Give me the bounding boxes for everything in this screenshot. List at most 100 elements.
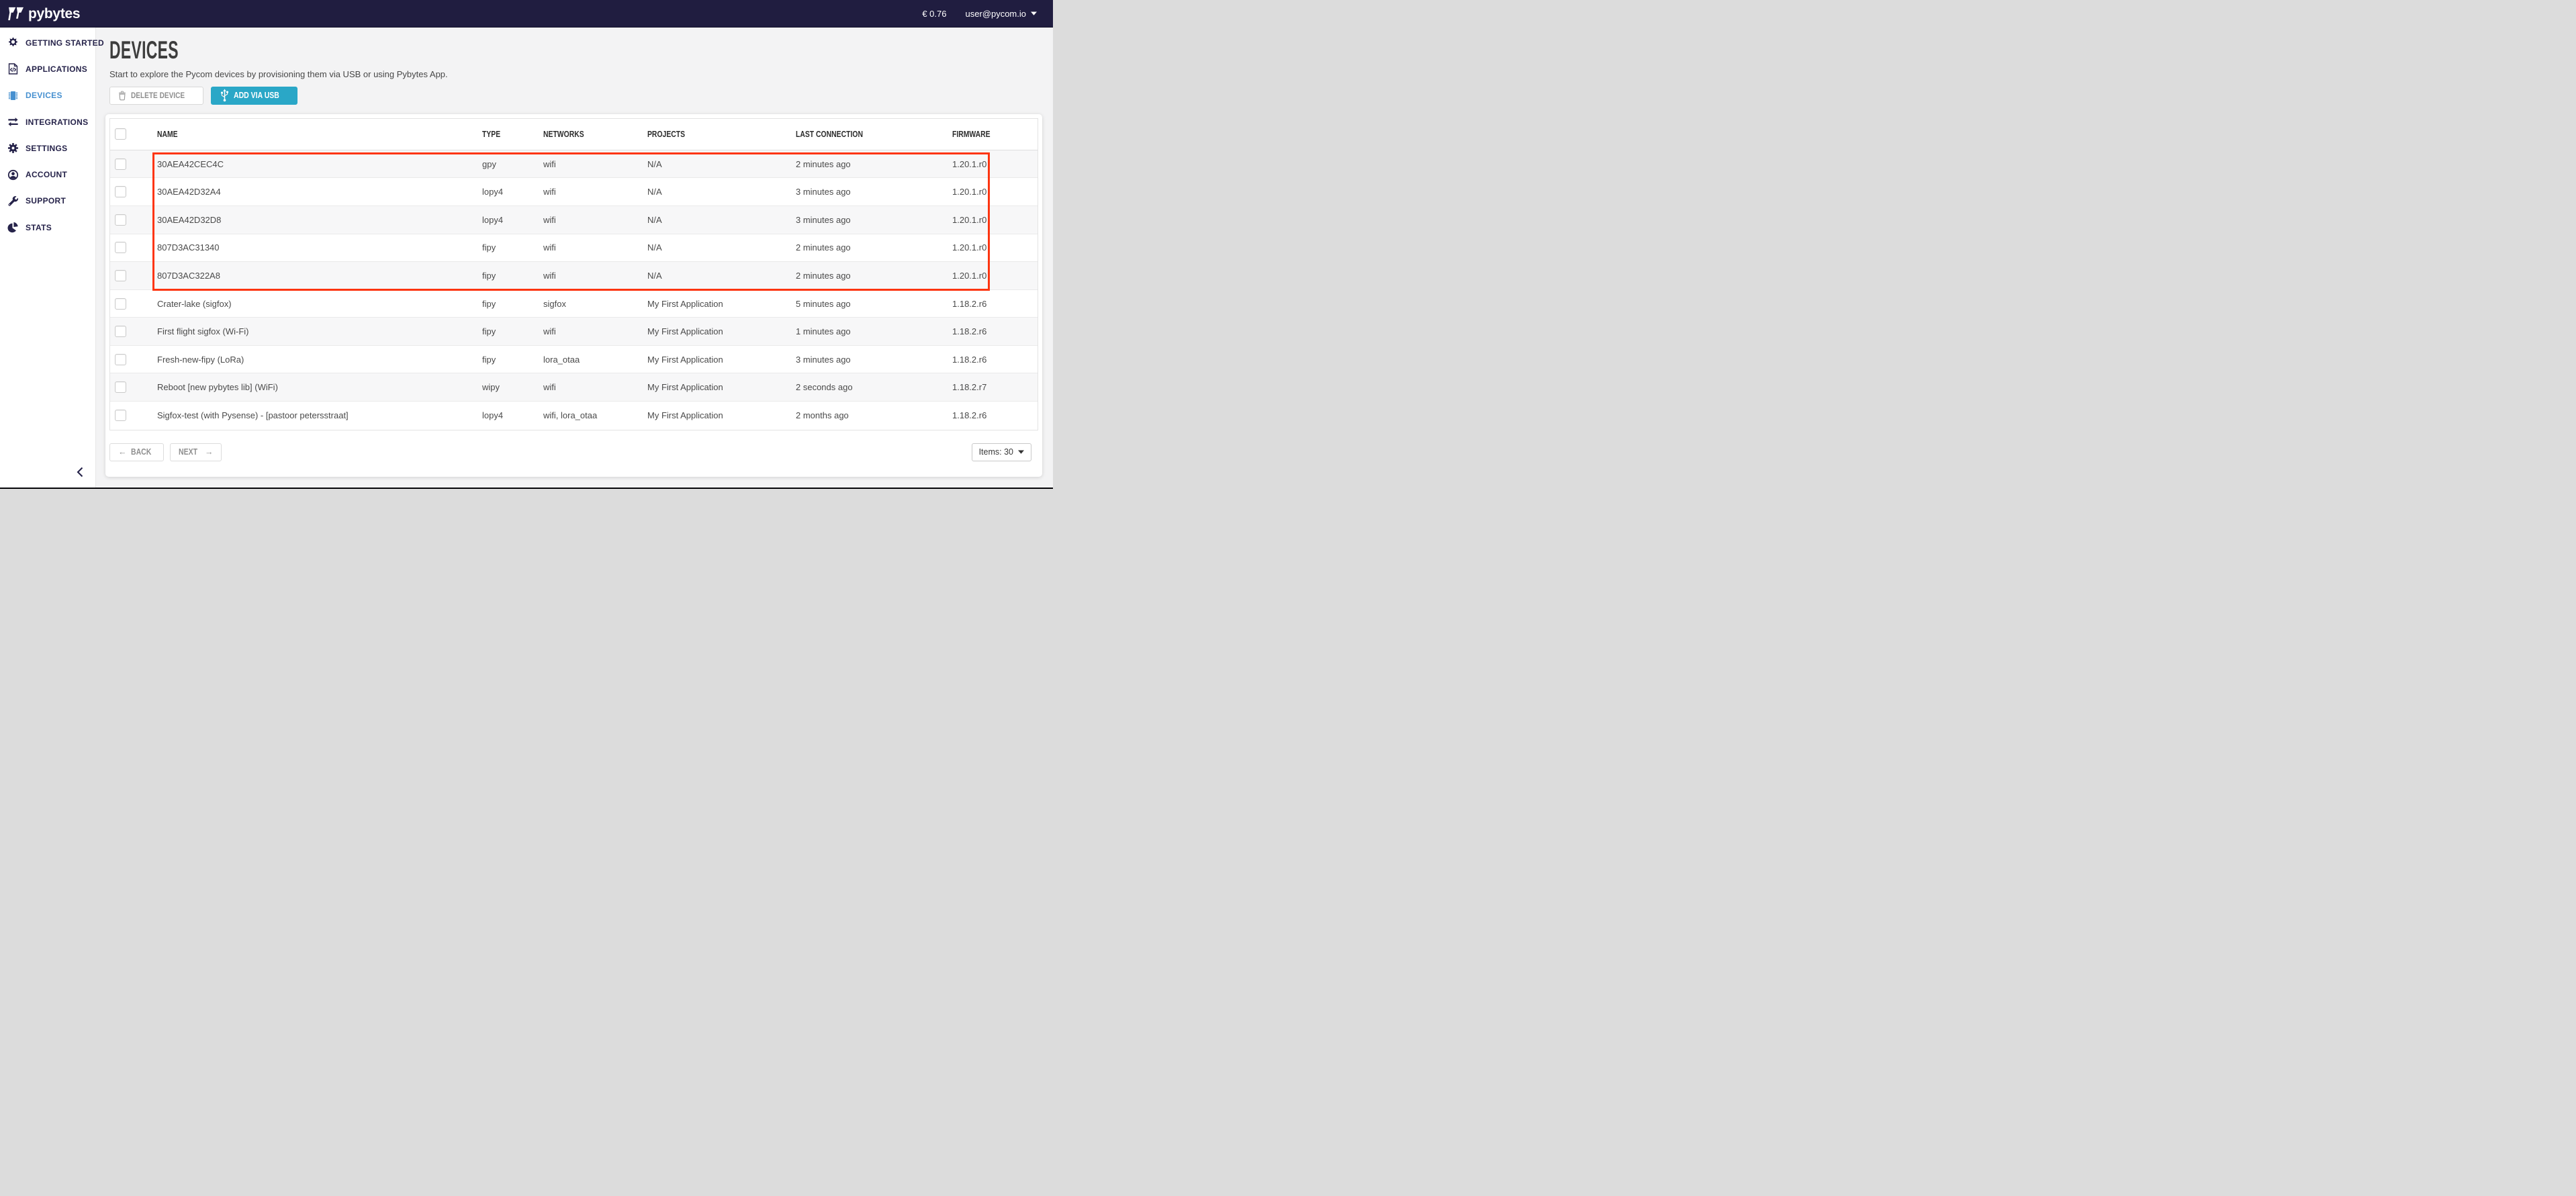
table-row[interactable]: Crater-lake (sigfox) fipy sigfox My Firs…	[110, 290, 1038, 318]
device-firmware-cell: 1.20.1.r0	[952, 215, 1038, 225]
device-type-cell: fipy	[482, 242, 543, 252]
device-type-cell: fipy	[482, 299, 543, 309]
table-row[interactable]: Reboot [new pybytes lib] (WiFi) wipy wif…	[110, 373, 1038, 402]
sidebar-item-integrations[interactable]: INTEGRATIONS	[0, 109, 95, 135]
sidebar-item-stats[interactable]: STATS	[0, 214, 95, 240]
column-header-firmware: FIRMWARE	[952, 129, 1038, 139]
topbar-right: € 0.76 user@pycom.io	[922, 9, 1037, 19]
row-checkbox[interactable]	[115, 381, 126, 393]
devices-card: NAME TYPE NETWORKS PROJECTS LAST CONNECT…	[105, 114, 1042, 477]
device-type-cell: fipy	[482, 355, 543, 365]
account-balance[interactable]: € 0.76	[922, 9, 946, 19]
row-checkbox[interactable]	[115, 270, 126, 281]
device-last-connection-cell: 3 minutes ago	[796, 215, 952, 225]
device-firmware-cell: 1.18.2.r6	[952, 299, 1038, 309]
row-checkbox[interactable]	[115, 186, 126, 197]
delete-device-button[interactable]: DELETE DEVICE	[109, 87, 203, 105]
device-networks-cell: wifi	[543, 187, 647, 197]
row-checkbox[interactable]	[115, 242, 126, 253]
device-type-cell: lopy4	[482, 410, 543, 420]
back-button[interactable]: ← BACK	[109, 443, 164, 461]
row-checkbox[interactable]	[115, 410, 126, 421]
device-projects-cell: N/A	[647, 242, 796, 252]
row-checkbox-cell	[110, 381, 157, 393]
add-via-usb-button[interactable]: ADD VIA USB	[211, 87, 297, 105]
device-firmware-cell: 1.20.1.r0	[952, 159, 1038, 169]
device-firmware-cell: 1.20.1.r0	[952, 271, 1038, 281]
table-row[interactable]: Fresh-new-fipy (LoRa) fipy lora_otaa My …	[110, 346, 1038, 374]
device-type-cell: lopy4	[482, 215, 543, 225]
row-checkbox[interactable]	[115, 326, 126, 337]
device-networks-cell: wifi	[543, 326, 647, 336]
sidebar-item-devices[interactable]: DEVICES	[0, 83, 95, 109]
next-button[interactable]: NEXT →	[170, 443, 222, 461]
trash-icon	[118, 91, 126, 101]
user-email: user@pycom.io	[965, 9, 1026, 19]
row-checkbox-cell	[110, 410, 157, 421]
sidebar-item-account[interactable]: ACCOUNT	[0, 161, 95, 187]
device-firmware-cell: 1.20.1.r0	[952, 187, 1038, 197]
device-last-connection-cell: 2 minutes ago	[796, 271, 952, 281]
device-projects-cell: My First Application	[647, 326, 796, 336]
user-icon	[7, 169, 19, 181]
brand-logo[interactable]: pybytes	[7, 5, 80, 22]
column-header-projects: PROJECTS	[647, 129, 796, 139]
table-row[interactable]: 30AEA42CEC4C gpy wifi N/A 2 minutes ago …	[110, 150, 1038, 179]
table-header-row: NAME TYPE NETWORKS PROJECTS LAST CONNECT…	[110, 119, 1038, 150]
chevron-left-icon	[76, 467, 84, 477]
device-name-cell: Fresh-new-fipy (LoRa)	[157, 355, 482, 365]
sidebar-item-settings[interactable]: SETTINGS	[0, 135, 95, 161]
row-checkbox[interactable]	[115, 158, 126, 170]
row-checkbox[interactable]	[115, 298, 126, 310]
sidebar-collapse-button[interactable]	[73, 464, 87, 484]
table-row[interactable]: 807D3AC31340 fipy wifi N/A 2 minutes ago…	[110, 234, 1038, 263]
sun-icon	[7, 36, 19, 49]
device-firmware-cell: 1.18.2.r7	[952, 382, 1038, 392]
sidebar-item-getting-started[interactable]: GETTING STARTED	[0, 30, 95, 56]
screen-bottom-edge	[0, 488, 1053, 489]
topbar: pybytes € 0.76 user@pycom.io	[0, 0, 1053, 28]
table-row[interactable]: 807D3AC322A8 fipy wifi N/A 2 minutes ago…	[110, 262, 1038, 290]
arrows-exchange-icon	[7, 116, 19, 128]
device-firmware-cell: 1.18.2.r6	[952, 410, 1038, 420]
device-projects-cell: N/A	[647, 159, 796, 169]
device-type-cell: fipy	[482, 326, 543, 336]
sidebar-item-label: INTEGRATIONS	[26, 118, 88, 127]
device-type-cell: gpy	[482, 159, 543, 169]
delete-device-label: DELETE DEVICE	[131, 91, 185, 100]
device-projects-cell: My First Application	[647, 410, 796, 420]
device-name-cell: 30AEA42D32A4	[157, 187, 482, 197]
column-header-name: NAME	[157, 129, 482, 139]
next-arrow-icon: →	[205, 447, 214, 457]
table-row[interactable]: 30AEA42D32A4 lopy4 wifi N/A 3 minutes ag…	[110, 178, 1038, 206]
sidebar-item-applications[interactable]: APPLICATIONS	[0, 56, 95, 82]
sidebar-item-label: GETTING STARTED	[26, 38, 104, 48]
user-menu[interactable]: user@pycom.io	[965, 9, 1037, 19]
chevron-down-icon	[1018, 450, 1024, 454]
device-networks-cell: wifi	[543, 215, 647, 225]
table-row[interactable]: 30AEA42D32D8 lopy4 wifi N/A 3 minutes ag…	[110, 206, 1038, 234]
table-row[interactable]: First flight sigfox (Wi-Fi) fipy wifi My…	[110, 318, 1038, 346]
items-per-page-dropdown[interactable]: Items: 30	[972, 443, 1031, 461]
pie-chart-icon	[7, 221, 19, 234]
gear-icon	[7, 142, 19, 154]
device-networks-cell: wifi, lora_otaa	[543, 410, 647, 420]
device-name-cell: Sigfox-test (with Pysense) - [pastoor pe…	[157, 410, 482, 420]
row-checkbox[interactable]	[115, 214, 126, 226]
pagination-bar: ← BACK NEXT → Items: 30	[109, 443, 1038, 461]
device-last-connection-cell: 3 minutes ago	[796, 187, 952, 197]
pycom-logo-icon	[7, 5, 24, 22]
device-networks-cell: lora_otaa	[543, 355, 647, 365]
select-all-checkbox[interactable]	[115, 128, 126, 140]
device-networks-cell: wifi	[543, 242, 647, 252]
device-last-connection-cell: 2 months ago	[796, 410, 952, 420]
sidebar-item-support[interactable]: SUPPORT	[0, 188, 95, 214]
device-name-cell: 807D3AC31340	[157, 242, 482, 252]
device-name-cell: Reboot [new pybytes lib] (WiFi)	[157, 382, 482, 392]
device-name-cell: Crater-lake (sigfox)	[157, 299, 482, 309]
device-last-connection-cell: 2 minutes ago	[796, 242, 952, 252]
table-row[interactable]: Sigfox-test (with Pysense) - [pastoor pe…	[110, 402, 1038, 430]
row-checkbox[interactable]	[115, 354, 126, 365]
sidebar: GETTING STARTED APPLICATIONS DEVICES	[0, 28, 96, 489]
page-title: DEVICES	[109, 38, 694, 63]
